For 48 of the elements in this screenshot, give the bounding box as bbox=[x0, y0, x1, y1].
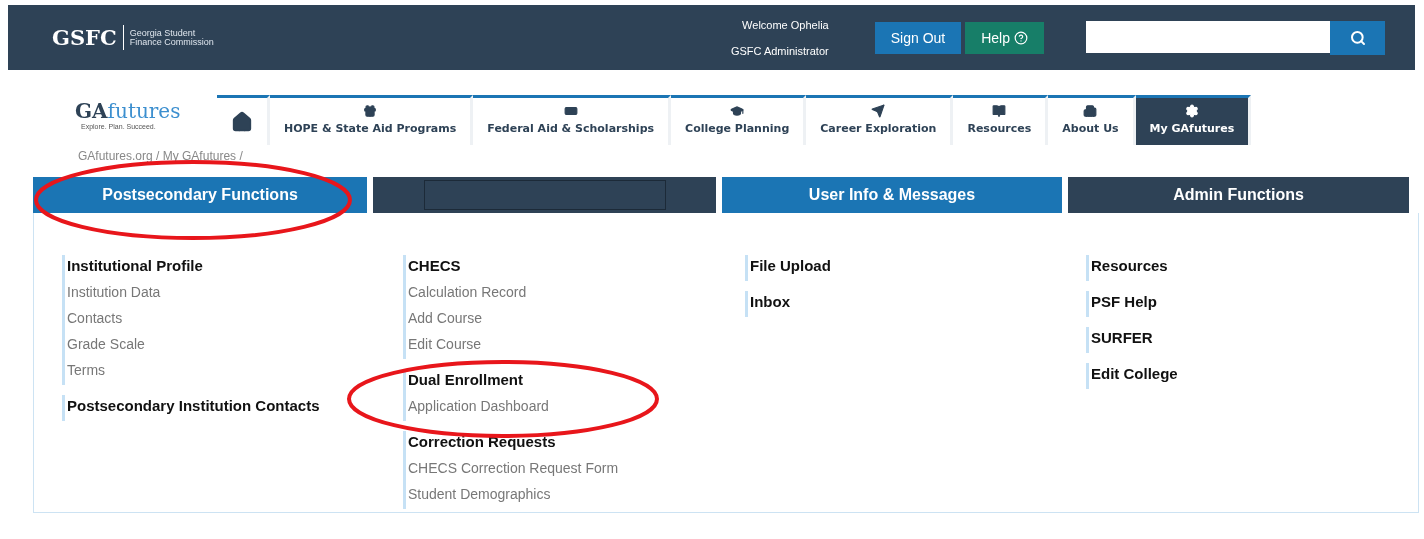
graduation-cap-icon bbox=[730, 104, 745, 118]
menu-heading[interactable]: Dual Enrollment bbox=[408, 369, 745, 395]
nav-tab[interactable]: Resources bbox=[953, 95, 1049, 145]
gafutures-logo: GAfutures bbox=[75, 99, 182, 123]
help-button[interactable]: Help bbox=[965, 21, 1044, 54]
user-role: GSFC Administrator bbox=[730, 44, 829, 57]
logo-subtitle: Georgia Student Finance Commission bbox=[129, 28, 215, 47]
menu-heading[interactable]: Correction Requests bbox=[408, 431, 745, 457]
menu-heading[interactable]: PSF Help bbox=[1091, 291, 1386, 317]
menu-heading[interactable]: Postsecondary Institution Contacts bbox=[67, 395, 403, 421]
menu-link[interactable]: Student Demographics bbox=[408, 483, 745, 509]
welcome-text: Welcome Ophelia bbox=[742, 18, 829, 31]
menu-link[interactable]: Application Dashboard bbox=[408, 395, 745, 421]
search-icon bbox=[1349, 29, 1366, 46]
menu-link[interactable]: Add Course bbox=[408, 307, 745, 333]
book-icon bbox=[992, 104, 1007, 118]
nav-tab[interactable]: Career Exploration bbox=[806, 95, 954, 145]
menu-link[interactable]: Institution Data bbox=[67, 281, 403, 307]
gsfc-logo: GSFC bbox=[52, 25, 124, 50]
nav-tab[interactable]: HOPE & State Aid Programs bbox=[270, 95, 474, 145]
sign-out-button[interactable]: Sign Out bbox=[874, 21, 962, 54]
banknote-icon bbox=[563, 104, 578, 118]
nav-tab[interactable]: Federal Aid & Scholarships bbox=[473, 95, 672, 145]
menu-heading[interactable]: CHECS bbox=[408, 255, 745, 281]
menu-link[interactable]: Calculation Record bbox=[408, 281, 745, 307]
house-icon bbox=[231, 110, 253, 133]
menu-link[interactable]: Contacts bbox=[67, 307, 403, 333]
menu-link[interactable]: Terms bbox=[67, 359, 403, 385]
function-tab[interactable]: User Info & Messages bbox=[722, 177, 1062, 213]
search-button[interactable] bbox=[1330, 20, 1385, 55]
menu-heading[interactable]: File Upload bbox=[750, 255, 1086, 281]
menu-link[interactable]: CHECS Correction Request Form bbox=[408, 457, 745, 483]
function-tab[interactable]: Admin Functions bbox=[1068, 177, 1409, 213]
settings-icon bbox=[1184, 104, 1199, 118]
menu-heading[interactable]: Resources bbox=[1091, 255, 1386, 281]
search-field[interactable] bbox=[1086, 20, 1330, 53]
paper-plane-icon bbox=[871, 104, 886, 118]
menu-heading[interactable]: Inbox bbox=[750, 291, 1086, 317]
help-icon bbox=[1014, 30, 1028, 45]
menu-heading[interactable]: SURFER bbox=[1091, 327, 1386, 353]
nav-tab[interactable]: My GAfutures bbox=[1135, 95, 1252, 145]
nav-tab[interactable]: About Us bbox=[1048, 95, 1136, 145]
menu-heading[interactable]: Institutional Profile bbox=[67, 255, 403, 281]
menu-link[interactable]: Edit Course bbox=[408, 333, 745, 359]
menu-heading[interactable]: Edit College bbox=[1091, 363, 1386, 389]
nav-tab[interactable]: College Planning bbox=[671, 95, 807, 145]
function-tab[interactable]: Postsecondary Functions bbox=[33, 177, 367, 213]
menu-link[interactable]: Grade Scale bbox=[67, 333, 403, 359]
